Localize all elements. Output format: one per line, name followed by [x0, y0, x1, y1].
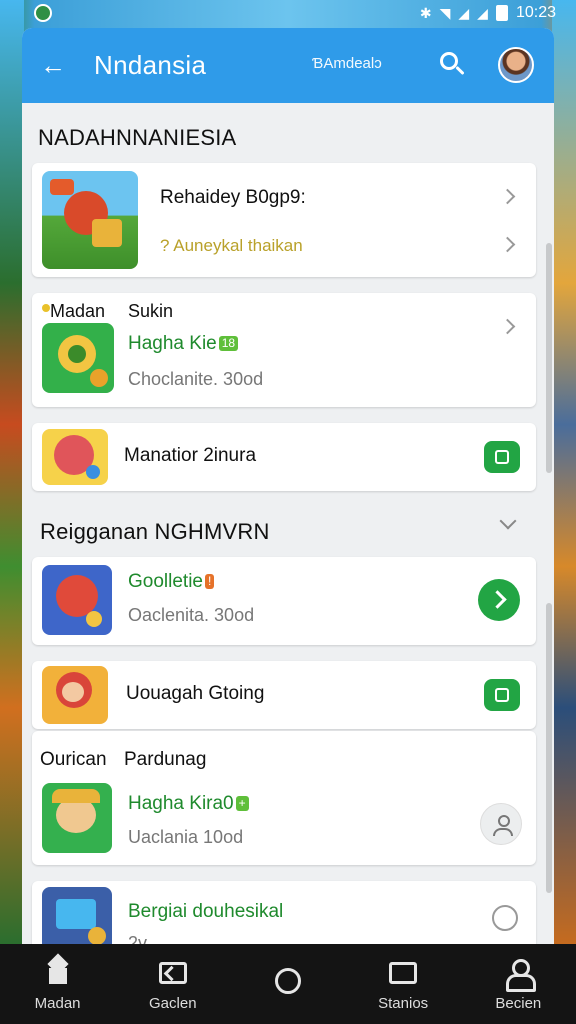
install-button[interactable] — [484, 441, 520, 473]
item-meta: 2v — [128, 933, 148, 944]
game-thumbnail — [42, 171, 138, 269]
wifi-icon: ◥ — [439, 4, 451, 21]
list-item[interactable]: Rehaidey B0gp9: ? Auneykal thaikan — [32, 163, 536, 277]
nav-item-center[interactable] — [238, 965, 338, 1003]
list-item[interactable]: Bergiai douhesikal 2v — [32, 881, 536, 944]
chevron-right-icon[interactable] — [502, 319, 516, 333]
nav-label: Madan — [34, 994, 81, 1012]
item-meta: Uaclania 10od — [128, 827, 244, 847]
home-icon — [45, 962, 71, 984]
item-title: Uouagah Gtoing — [126, 683, 265, 704]
profile-button[interactable] — [480, 803, 522, 845]
status-bar: ✱ ◥ ◢ ◢ 10:23 — [0, 0, 576, 26]
open-button[interactable] — [478, 579, 520, 621]
item-name: Goolletie! — [128, 571, 215, 593]
list-item[interactable]: Ourican Pardunag Hagha Kira0 + Uaclania 1… — [32, 731, 536, 865]
item-heading: Ourican — [40, 749, 107, 770]
game-thumbnail — [42, 565, 112, 635]
game-thumbnail — [42, 666, 108, 724]
list-item[interactable]: Manatior 2inura — [32, 423, 536, 491]
item-subtitle: ? Auneykal thaikan — [160, 236, 303, 255]
item-meta: Choclanite. 30od — [128, 369, 264, 389]
nav-item-home[interactable]: Madan — [8, 957, 108, 1012]
nav-label: Stanios — [378, 994, 429, 1012]
background-left — [0, 0, 24, 944]
list-item[interactable]: Uouagah Gtoing — [32, 661, 536, 729]
bottom-nav: Madan Gaclen Stanios Becien — [0, 944, 576, 1024]
app-bar: ← Nndansia ƁAmdealɔ — [22, 28, 554, 103]
section-title: NADAHNNANIESIA — [38, 125, 237, 150]
item-title: Manatior 2inura — [124, 445, 257, 466]
chevron-down-icon[interactable] — [498, 515, 518, 535]
battery-icon — [495, 5, 508, 21]
notification-icon — [34, 4, 52, 22]
chevron-right-icon[interactable] — [502, 189, 516, 203]
user-icon — [506, 958, 537, 992]
scrollbar[interactable] — [546, 243, 552, 473]
status-time: 10:23 — [515, 4, 556, 21]
game-thumbnail — [42, 429, 108, 485]
nav-label: Becien — [495, 994, 542, 1012]
game-thumbnail — [42, 323, 114, 393]
nav-item-back[interactable]: Gaclen — [123, 957, 223, 1012]
list-item[interactable]: Madan Sukin Hagha Kie 18 Choclanite. 30od — [32, 293, 536, 407]
signal-icon-2: ◢ — [477, 4, 488, 21]
item-heading-2: Pardunag — [124, 749, 207, 770]
nav-item-stats[interactable]: Stanios — [353, 957, 453, 1012]
search-icon[interactable] — [436, 48, 470, 82]
install-button[interactable] — [484, 679, 520, 711]
bluetooth-icon: ✱ — [419, 4, 432, 21]
game-thumbnail — [42, 783, 112, 853]
background-right — [552, 0, 576, 944]
circle-icon — [274, 968, 301, 994]
item-meta: Oaclenita. 30od — [128, 605, 255, 625]
game-thumbnail — [42, 887, 112, 944]
signal-icon: ◢ — [458, 4, 470, 21]
app-subtitle[interactable]: ƁAmdealɔ — [312, 55, 382, 72]
item-name: Hagha Kira0 + — [128, 793, 249, 815]
scrollbar[interactable] — [546, 603, 552, 893]
select-radio[interactable] — [492, 905, 518, 931]
list-item[interactable]: Goolletie! Oaclenita. 30od — [32, 557, 536, 645]
item-heading-2: Sukin — [128, 301, 174, 321]
item-title: Rehaidey B0gp9: — [160, 187, 306, 208]
back-icon — [158, 961, 187, 984]
app-window: ← Nndansia ƁAmdealɔ NADAHNNANIESIA Rehai… — [22, 28, 554, 944]
nav-item-profile[interactable]: Becien — [468, 957, 568, 1012]
back-arrow-icon[interactable]: ← — [40, 50, 80, 81]
item-title: Bergiai douhesikal — [128, 901, 284, 922]
avatar[interactable] — [498, 47, 534, 83]
tv-icon — [389, 961, 418, 984]
app-title: Nndansia — [94, 50, 207, 80]
chevron-right-icon[interactable] — [502, 237, 516, 251]
item-heading: Madan — [42, 301, 105, 322]
nav-label: Gaclen — [149, 994, 197, 1012]
item-name: Hagha Kie 18 — [128, 333, 239, 355]
content-list: NADAHNNANIESIA Rehaidey B0gp9: ? Auneyka… — [22, 103, 554, 944]
section-title: Reigganan NGHMVRN — [40, 519, 270, 544]
